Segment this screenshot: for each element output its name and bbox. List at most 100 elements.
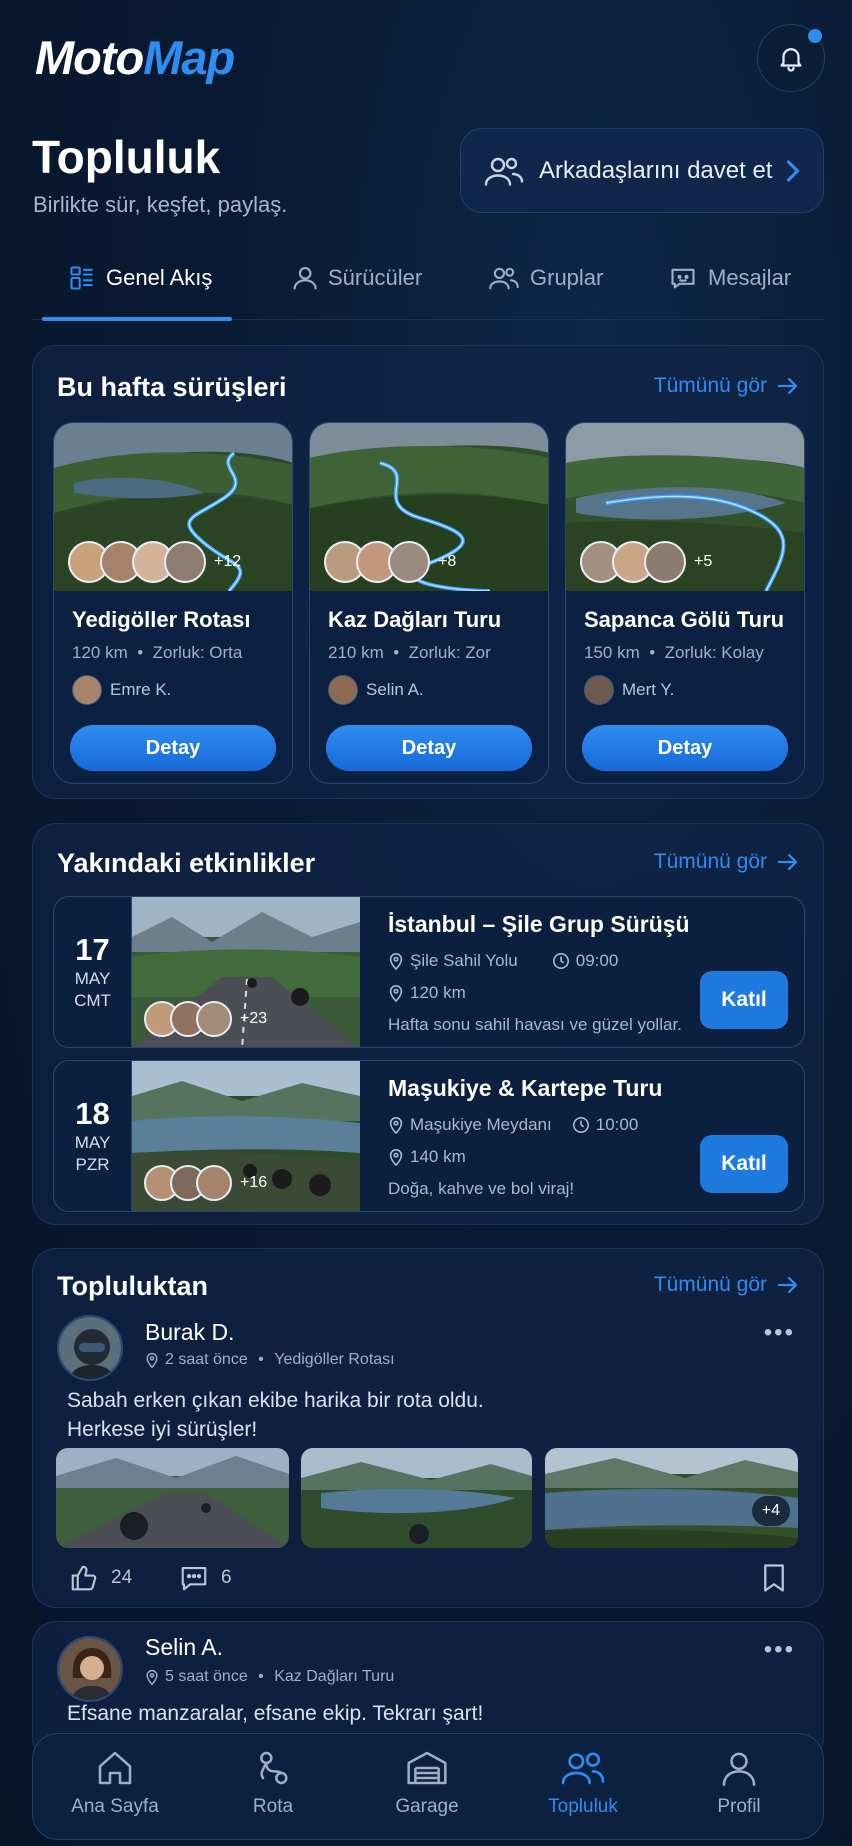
see-all-label: Tümünü gör xyxy=(653,374,767,397)
post-photo[interactable]: +4 xyxy=(545,1448,798,1548)
nav-label: Rota xyxy=(252,1796,294,1817)
event-image: +23 xyxy=(132,897,360,1047)
section-title: Bu hafta sürüşleri xyxy=(57,372,287,402)
ride-card[interactable]: +12 Yedigöller Rotası 120 km • Zorluk: O… xyxy=(53,422,293,784)
avatar xyxy=(196,1165,232,1201)
post-route: Yedigöller Rotası xyxy=(274,1351,395,1368)
event-month: MAY xyxy=(74,1132,111,1152)
join-button[interactable]: Katıl xyxy=(700,971,788,1029)
logo-text-moto: Moto xyxy=(35,31,144,84)
event-place-time: Maşukiye Meydanı 10:00 xyxy=(388,1115,638,1135)
ride-name: Yedigöller Rotası xyxy=(72,607,251,632)
users-icon xyxy=(484,157,524,186)
event-place-time: Şile Sahil Yolu 09:00 xyxy=(388,951,618,971)
nav-route[interactable]: Rota xyxy=(213,1748,333,1818)
post-meta: 2 saat önce • Yedigöller Rotası xyxy=(145,1351,395,1369)
see-all-label: Tümünü gör xyxy=(653,1273,767,1296)
ride-distance: 120 km xyxy=(72,643,128,662)
event-description: Hafta sonu sahil havası ve güzel yollar. xyxy=(388,1015,682,1034)
event-month: MAY xyxy=(74,968,111,988)
bookmark-button[interactable] xyxy=(761,1563,787,1598)
more-options-button[interactable]: ••• xyxy=(764,1636,795,1664)
participants-count: +5 xyxy=(694,553,713,570)
tab-suruculer[interactable]: Sürücüler xyxy=(290,264,422,292)
tab-mesajlar[interactable]: Mesajlar xyxy=(668,264,791,292)
ride-difficulty: Zorluk: Orta xyxy=(152,643,243,662)
comment-icon xyxy=(181,1566,207,1591)
logo-text-map: Map xyxy=(143,31,235,84)
ride-name: Sapanca Gölü Turu xyxy=(584,607,785,632)
page-subtitle: Birlikte sür, keşfet, paylaş. xyxy=(33,192,288,217)
comment-button[interactable]: 6 xyxy=(179,1563,232,1593)
invite-friends-button[interactable]: Arkadaşlarını davet et xyxy=(460,128,824,213)
nav-garage[interactable]: Garage xyxy=(367,1748,487,1818)
event-item[interactable]: 17 MAY CMT +23 İstanbul – Şile Grup Sürü… xyxy=(53,896,805,1048)
section-title: Yakındaki etkinlikler xyxy=(57,848,316,878)
nav-home[interactable]: Ana Sayfa xyxy=(55,1748,175,1818)
invite-label: Arkadaşlarını davet et xyxy=(539,156,773,184)
join-button[interactable]: Katıl xyxy=(700,1135,788,1193)
ride-distance: 150 km xyxy=(584,643,640,662)
event-place: Maşukiye Meydanı xyxy=(410,1115,552,1134)
author-name: Selin A. xyxy=(366,680,424,699)
detail-button[interactable]: Detay xyxy=(326,725,532,771)
avatar xyxy=(72,675,102,705)
participants-count: +8 xyxy=(438,553,457,570)
bell-icon xyxy=(780,48,802,72)
post-time: 5 saat önce xyxy=(165,1668,248,1685)
post-author-avatar[interactable] xyxy=(57,1315,123,1381)
location-pin-icon xyxy=(146,1669,158,1685)
see-all-link[interactable]: Tümünü gör xyxy=(654,850,799,874)
chevron-right-icon xyxy=(786,159,800,182)
post-text-line: Herkese iyi sürüşler! xyxy=(67,1417,258,1441)
post-time: 2 saat önce xyxy=(165,1351,248,1368)
post-author-avatar[interactable] xyxy=(57,1636,123,1702)
notifications-button[interactable] xyxy=(757,24,825,92)
detail-button[interactable]: Detay xyxy=(70,725,276,771)
avatar xyxy=(328,675,358,705)
participants-avatars: +23 xyxy=(144,1001,267,1037)
notification-dot xyxy=(808,29,822,43)
nav-profile[interactable]: Profil xyxy=(679,1748,799,1818)
more-options-button[interactable]: ••• xyxy=(764,1319,795,1347)
event-item[interactable]: 18 MAY PZR +16 Maşukiye & Kartepe Turu M… xyxy=(53,1060,805,1212)
ride-card[interactable]: +8 Kaz Dağları Turu 210 km • Zorluk: Zor… xyxy=(309,422,549,784)
post-text: Efsane manzaralar, efsane ekip. Tekrarı … xyxy=(67,1702,484,1725)
avatar xyxy=(388,541,430,583)
author-name: Mert Y. xyxy=(622,680,675,699)
clock-icon xyxy=(552,952,569,970)
event-time: 10:00 xyxy=(595,1115,639,1134)
detail-button[interactable]: Detay xyxy=(582,725,788,771)
tab-genel-akis[interactable]: Genel Akış xyxy=(68,264,212,292)
bookmark-icon xyxy=(764,1564,784,1592)
post-route: Kaz Dağları Turu xyxy=(274,1668,395,1685)
nav-label: Profil xyxy=(717,1796,761,1817)
bottom-navigation: Ana Sayfa Rota Garage Topluluk Profil xyxy=(32,1733,824,1840)
ride-card[interactable]: +5 Sapanca Gölü Turu 150 km • Zorluk: Ko… xyxy=(565,422,805,784)
event-image: +16 xyxy=(132,1061,360,1211)
home-icon xyxy=(98,1751,132,1785)
tab-gruplar[interactable]: Gruplar xyxy=(488,264,603,292)
post-photo[interactable] xyxy=(56,1448,289,1548)
location-pin-icon xyxy=(146,1352,158,1368)
tab-label: Genel Akış xyxy=(106,265,213,290)
avatar xyxy=(584,675,614,705)
community-icon xyxy=(561,1752,605,1785)
see-all-link[interactable]: Tümünü gör xyxy=(654,1273,799,1297)
meta-separator: • xyxy=(253,1351,269,1368)
see-all-link[interactable]: Tümünü gör xyxy=(654,374,799,398)
ride-route-image: +8 xyxy=(310,423,548,591)
page-title: Topluluk xyxy=(32,131,221,183)
post-author-name[interactable]: Selin A. xyxy=(145,1634,223,1661)
arrow-right-icon xyxy=(777,377,798,395)
like-button[interactable]: 24 xyxy=(69,1563,132,1593)
event-weekday: CMT xyxy=(74,991,111,1010)
post-photo[interactable] xyxy=(301,1448,532,1548)
events-panel: Yakındaki etkinlikler Tümünü gör 17 MAY … xyxy=(32,823,824,1225)
post-author-name[interactable]: Burak D. xyxy=(145,1319,234,1346)
event-distance: 120 km xyxy=(410,983,466,1002)
nav-community[interactable]: Topluluk xyxy=(523,1748,643,1818)
participants-count: +12 xyxy=(214,553,242,570)
author-name: Emre K. xyxy=(110,680,172,699)
participants-avatars: +5 xyxy=(580,541,712,583)
